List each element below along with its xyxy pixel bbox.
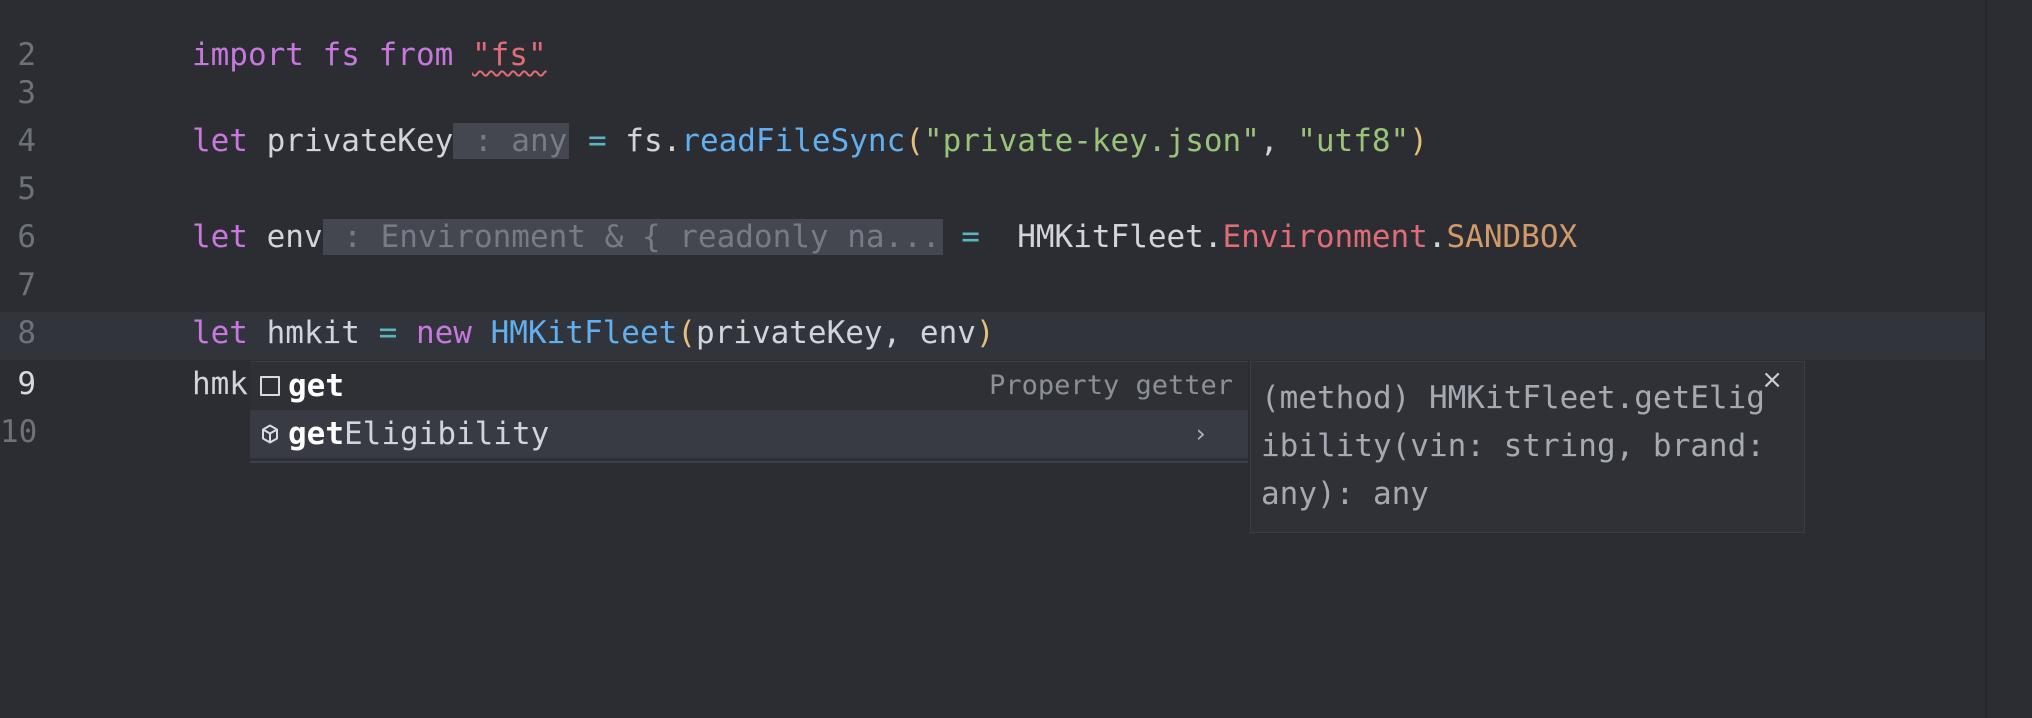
method-signature: (method) HMKitFleet.getEligibility(vin: … (1261, 380, 1765, 512)
chevron-right-icon[interactable]: › (1193, 410, 1208, 458)
completion-match: get (288, 368, 344, 404)
completion-match: get (288, 416, 344, 452)
code-line-8[interactable]: 8 let hmkit = new HMKitFleet(privateKey,… (0, 261, 1980, 351)
code-line-3[interactable]: 3 (0, 21, 1980, 111)
close-icon[interactable]: × (1761, 366, 1783, 394)
completion-item-geteligibility[interactable]: getEligibility › (250, 410, 1248, 458)
autocomplete-list[interactable]: get Property getter getEligibility › (250, 361, 1248, 463)
completion-documentation-panel: (method) HMKitFleet.getEligibility(vin: … (1250, 361, 1805, 533)
editor-right-margin (1985, 0, 1987, 718)
property-square-icon (260, 376, 280, 396)
completion-detail: Property getter (989, 370, 1233, 401)
completion-label: get (288, 362, 344, 410)
line-number: 10 (0, 414, 38, 450)
code-line-4[interactable]: 4 let privateKey : any = fs.readFileSync… (0, 69, 1980, 159)
completion-item-get[interactable]: get Property getter (250, 362, 1248, 410)
code-line-5[interactable]: 5 (0, 117, 1980, 207)
completion-rest: Eligibility (344, 416, 550, 452)
code-line-7[interactable]: 7 (0, 213, 1980, 303)
method-cube-icon (262, 424, 278, 444)
code-editor[interactable]: 2 import fs from "fs" 3 4 let privateKey… (0, 0, 2032, 718)
code-line-9-current[interactable]: 9 hmkit.get (0, 312, 1980, 402)
completion-label: getEligibility (288, 410, 549, 458)
code-line-6[interactable]: 6 let env : Environment & { readonly na.… (0, 165, 1980, 255)
